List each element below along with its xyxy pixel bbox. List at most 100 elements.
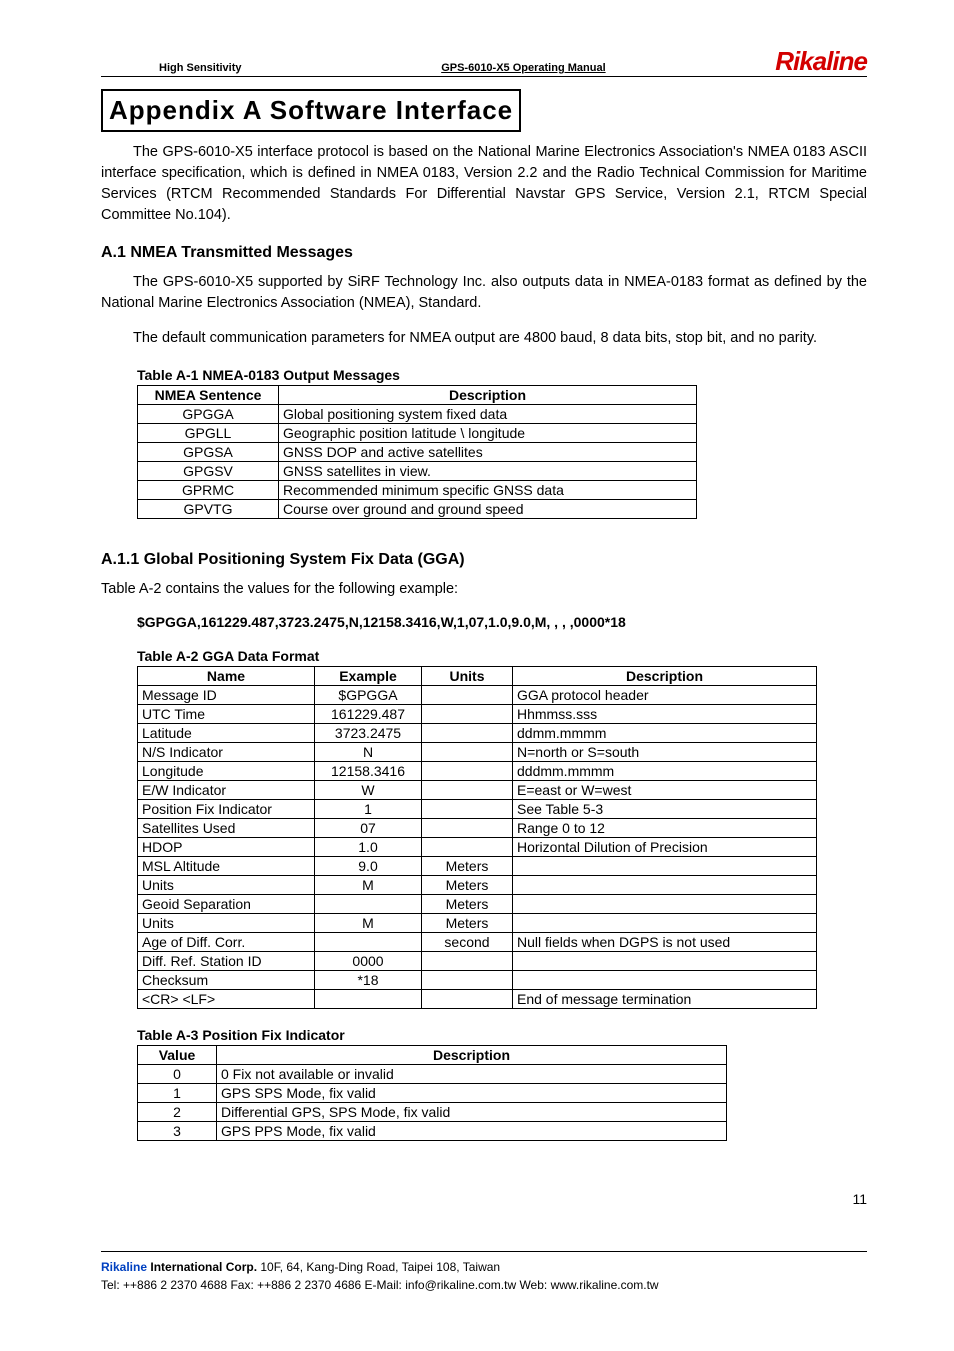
table-cell <box>422 743 513 762</box>
table-cell: dddmm.mmmm <box>513 762 817 781</box>
table-cell <box>422 838 513 857</box>
table-a3-header-0: Value <box>138 1046 217 1065</box>
table-cell: Geoid Separation <box>138 895 315 914</box>
intro-paragraph: The GPS-6010-X5 interface protocol is ba… <box>101 142 867 226</box>
table-cell: MSL Altitude <box>138 857 315 876</box>
table-cell: Units <box>138 914 315 933</box>
table-cell: Meters <box>422 895 513 914</box>
footer-line-1: Rikaline International Corp. 10F, 64, Ka… <box>101 1258 867 1276</box>
table-cell: Recommended minimum specific GNSS data <box>279 481 697 500</box>
table-cell: GPGSA <box>138 443 279 462</box>
brand-logo: Rikaline <box>775 48 867 74</box>
table-cell: Geographic position latitude \ longitude <box>279 424 697 443</box>
table-a1: NMEA Sentence Description GPGGAGlobal po… <box>137 385 697 519</box>
table-cell <box>422 686 513 705</box>
table-cell: 1 <box>138 1084 217 1103</box>
a1-paragraph-1: The GPS-6010-X5 supported by SiRF Techno… <box>101 272 867 314</box>
table-cell: GPS PPS Mode, fix valid <box>217 1122 727 1141</box>
table-row: Position Fix Indicator1 See Table 5-3 <box>138 800 817 819</box>
table-cell <box>422 952 513 971</box>
table-a3: Value Description 00 Fix not available o… <box>137 1045 727 1141</box>
table-cell <box>422 724 513 743</box>
table-cell <box>422 762 513 781</box>
table-cell: M <box>315 876 422 895</box>
table-cell: Horizontal Dilution of Precision <box>513 838 817 857</box>
table-cell <box>422 971 513 990</box>
table-row: Geoid Separation Meters <box>138 895 817 914</box>
table-row: MSL Altitude9.0Meters <box>138 857 817 876</box>
table-cell <box>513 895 817 914</box>
table-cell: GPGSV <box>138 462 279 481</box>
table-cell: Units <box>138 876 315 895</box>
table-cell <box>422 781 513 800</box>
table-a2-header-1: Example <box>315 667 422 686</box>
table-cell: Position Fix Indicator <box>138 800 315 819</box>
table-cell: GPGGA <box>138 405 279 424</box>
page-header: High Sensitivity GPS-6010-X5 Operating M… <box>101 48 867 77</box>
table-row: HDOP1.0 Horizontal Dilution of Precision <box>138 838 817 857</box>
table-cell <box>513 952 817 971</box>
table-cell <box>422 990 513 1009</box>
table-cell: 1.0 <box>315 838 422 857</box>
table-cell: Satellites Used <box>138 819 315 838</box>
table-row: UTC Time161229.487 Hhmmss.sss <box>138 705 817 724</box>
table-a3-caption: Table A-3 Position Fix Indicator <box>137 1027 867 1043</box>
table-row: GPGLLGeographic position latitude \ long… <box>138 424 697 443</box>
table-a1-header-0: NMEA Sentence <box>138 386 279 405</box>
table-cell: Message ID <box>138 686 315 705</box>
footer-address: 10F, 64, Kang-Ding Road, Taipei 108, Tai… <box>257 1260 500 1274</box>
table-cell: 2 <box>138 1103 217 1122</box>
table-row: Diff. Ref. Station ID0000 <box>138 952 817 971</box>
table-cell <box>315 933 422 952</box>
table-row: UnitsMMeters <box>138 914 817 933</box>
table-cell: <CR> <LF> <box>138 990 315 1009</box>
table-cell: 9.0 <box>315 857 422 876</box>
table-cell <box>513 971 817 990</box>
table-row: Checksum*18 <box>138 971 817 990</box>
table-cell: 0000 <box>315 952 422 971</box>
table-cell: Meters <box>422 876 513 895</box>
table-cell: HDOP <box>138 838 315 857</box>
appendix-title: Appendix A Software Interface <box>101 89 521 132</box>
table-cell: 161229.487 <box>315 705 422 724</box>
table-row: Message ID$GPGGAGGA protocol header <box>138 686 817 705</box>
table-row: GPGSVGNSS satellites in view. <box>138 462 697 481</box>
a11-paragraph-1: Table A-2 contains the values for the fo… <box>101 579 867 600</box>
table-cell: Checksum <box>138 971 315 990</box>
table-row: 00 Fix not available or invalid <box>138 1065 727 1084</box>
table-cell: *18 <box>315 971 422 990</box>
table-cell <box>422 819 513 838</box>
header-center: GPS-6010-X5 Operating Manual <box>242 62 776 74</box>
table-cell <box>513 876 817 895</box>
table-row: Latitude3723.2475ddmm.mmmm <box>138 724 817 743</box>
table-cell: GPVTG <box>138 500 279 519</box>
table-row: 1GPS SPS Mode, fix valid <box>138 1084 727 1103</box>
table-a2: Name Example Units Description Message I… <box>137 666 817 1009</box>
table-cell: Meters <box>422 914 513 933</box>
table-cell: See Table 5-3 <box>513 800 817 819</box>
table-cell: Age of Diff. Corr. <box>138 933 315 952</box>
table-row: E/W IndicatorWE=east or W=west <box>138 781 817 800</box>
table-cell: Differential GPS, SPS Mode, fix valid <box>217 1103 727 1122</box>
table-cell: Hhmmss.sss <box>513 705 817 724</box>
table-cell: GPS SPS Mode, fix valid <box>217 1084 727 1103</box>
table-row: <CR> <LF>End of message termination <box>138 990 817 1009</box>
table-cell <box>513 914 817 933</box>
table-cell: Global positioning system fixed data <box>279 405 697 424</box>
footer-line-2: Tel: ++886 2 2370 4688 Fax: ++886 2 2370… <box>101 1276 867 1294</box>
table-row: GPGGAGlobal positioning system fixed dat… <box>138 405 697 424</box>
table-cell: UTC Time <box>138 705 315 724</box>
table-cell: 1 <box>315 800 422 819</box>
table-cell: 3723.2475 <box>315 724 422 743</box>
table-cell <box>315 895 422 914</box>
table-cell <box>513 857 817 876</box>
table-cell: 12158.3416 <box>315 762 422 781</box>
table-cell: 0 Fix not available or invalid <box>217 1065 727 1084</box>
table-cell: Diff. Ref. Station ID <box>138 952 315 971</box>
table-cell: N <box>315 743 422 762</box>
table-row: Satellites Used07Range 0 to 12 <box>138 819 817 838</box>
table-cell <box>422 705 513 724</box>
table-cell: 07 <box>315 819 422 838</box>
page-number: 11 <box>101 1191 867 1207</box>
table-a1-caption: Table A-1 NMEA-0183 Output Messages <box>137 367 867 383</box>
